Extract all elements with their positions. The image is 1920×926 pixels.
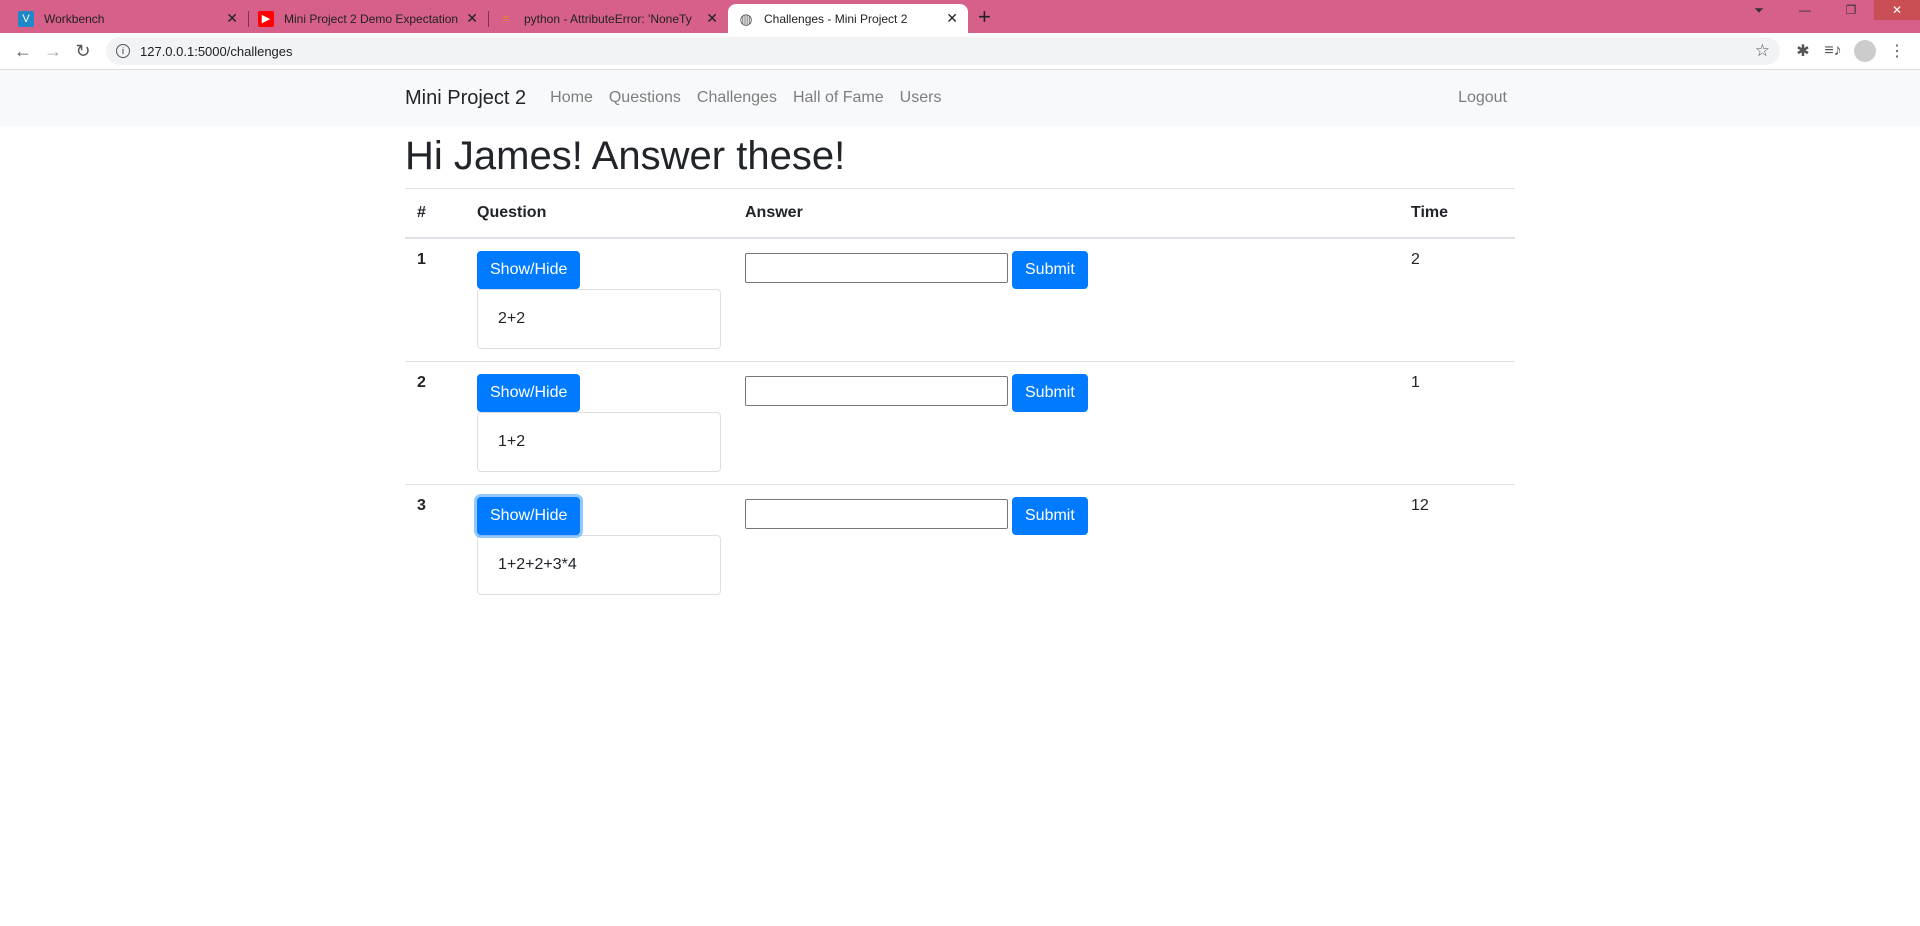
nav-logout[interactable]: Logout [1450, 89, 1515, 107]
forward-icon[interactable]: → [38, 41, 68, 62]
time-cell: 1 [1399, 360, 1515, 484]
answer-cell: Submit [733, 237, 1399, 361]
main-content: Hi James! Answer these! # Question Answe… [390, 132, 1530, 607]
submit-button[interactable]: Submit [1012, 250, 1088, 289]
col-header-time: Time [1399, 188, 1515, 239]
table-row: 1 Show/Hide 2+2 Submit 2 [405, 237, 1515, 361]
time-cell: 2 [1399, 237, 1515, 361]
page-title: Hi James! Answer these! [405, 134, 846, 178]
row-number: 3 [405, 483, 465, 607]
tab-title: Workbench [44, 11, 105, 26]
nav-users[interactable]: Users [892, 89, 950, 107]
restore-icon[interactable]: ❐ [1828, 3, 1874, 17]
browser-tab[interactable]: ▶ Mini Project 2 Demo Expectation ✕ [248, 4, 488, 33]
url-bar[interactable]: i 127.0.0.1:5000/challenges ☆ [106, 37, 1780, 65]
time-cell: 12 [1399, 483, 1515, 607]
answer-input[interactable] [745, 498, 1008, 529]
tab-strip: V Workbench ✕ ▶ Mini Project 2 Demo Expecta… [0, 0, 1920, 33]
show-hide-button[interactable]: Show/Hide [477, 373, 581, 412]
browser-tab[interactable]: V Workbench ✕ [8, 4, 248, 33]
navbar: Mini Project 2 Home Questions Challenges… [0, 70, 1920, 126]
window-close-icon[interactable]: ✕ [1874, 0, 1920, 20]
nav-home[interactable]: Home [542, 89, 601, 107]
nav-hall-of-fame[interactable]: Hall of Fame [785, 89, 892, 107]
reload-icon[interactable]: ↻ [68, 41, 98, 62]
close-tab-icon[interactable]: ✕ [706, 10, 718, 27]
address-bar-row: ← → ↻ i 127.0.0.1:5000/challenges ☆ ✱ ≡♪ ⋮ [0, 33, 1920, 70]
new-tab-icon[interactable]: + [978, 4, 991, 30]
question-card: 1+2+2+3*4 [477, 534, 721, 595]
answer-cell: Submit [733, 483, 1399, 607]
browser-tab-active[interactable]: ◍ Challenges - Mini Project 2 ✕ [728, 4, 968, 33]
submit-button[interactable]: Submit [1012, 373, 1088, 412]
extensions-icon[interactable]: ✱ [1788, 41, 1818, 61]
challenges-table: # Question Answer Time 1 Show/Hide 2+2 S… [405, 188, 1515, 607]
close-tab-icon[interactable]: ✕ [466, 10, 478, 27]
row-number: 2 [405, 360, 465, 484]
answer-input[interactable] [745, 252, 1008, 283]
stackoverflow-icon: ≡ [502, 12, 510, 25]
close-tab-icon[interactable]: ✕ [226, 10, 238, 27]
navbar-brand[interactable]: Mini Project 2 [405, 87, 526, 110]
question-card: 1+2 [477, 411, 721, 472]
question-text: 2+2 [498, 309, 526, 327]
menu-kebab-icon[interactable]: ⋮ [1882, 41, 1912, 61]
vite-icon: V [18, 10, 34, 27]
globe-icon: ◍ [739, 10, 753, 28]
show-hide-button[interactable]: Show/Hide [477, 250, 581, 289]
tab-title: Challenges - Mini Project 2 [764, 11, 908, 26]
row-number: 1 [405, 237, 465, 361]
minimize-icon[interactable]: — [1782, 3, 1828, 17]
question-card: 2+2 [477, 288, 721, 349]
nav-challenges[interactable]: Challenges [689, 89, 785, 107]
browser-tab[interactable]: ≡ python - AttributeError: 'NoneTy ✕ [488, 4, 728, 33]
nav-questions[interactable]: Questions [601, 89, 689, 107]
col-header-num: # [405, 188, 465, 239]
bookmark-star-icon[interactable]: ☆ [1755, 41, 1770, 61]
info-icon[interactable]: i [116, 44, 130, 58]
answer-input[interactable] [745, 375, 1008, 406]
col-header-question: Question [465, 188, 733, 239]
question-cell: Show/Hide 1+2+2+3*4 [465, 483, 733, 607]
url-text: 127.0.0.1:5000/challenges [140, 43, 293, 59]
col-header-answer: Answer [733, 188, 1399, 239]
tab-search-icon[interactable]: ⏷ [1736, 3, 1782, 18]
youtube-icon: ▶ [258, 10, 274, 27]
tab-title: python - AttributeError: 'NoneTy [524, 11, 692, 26]
answer-cell: Submit [733, 360, 1399, 484]
table-row: 3 Show/Hide 1+2+2+3*4 Submit 12 [405, 483, 1515, 607]
profile-avatar-icon[interactable] [1854, 40, 1876, 62]
show-hide-button[interactable]: Show/Hide [477, 496, 581, 535]
question-cell: Show/Hide 2+2 [465, 237, 733, 361]
media-control-icon[interactable]: ≡♪ [1818, 42, 1848, 60]
tab-title: Mini Project 2 Demo Expectation [284, 11, 459, 26]
back-icon[interactable]: ← [8, 41, 38, 62]
submit-button[interactable]: Submit [1012, 496, 1088, 535]
table-row: 2 Show/Hide 1+2 Submit 1 [405, 360, 1515, 484]
question-text: 1+2+2+3*4 [498, 555, 577, 573]
question-text: 1+2 [498, 432, 526, 450]
question-cell: Show/Hide 1+2 [465, 360, 733, 484]
close-tab-icon[interactable]: ✕ [946, 10, 958, 27]
